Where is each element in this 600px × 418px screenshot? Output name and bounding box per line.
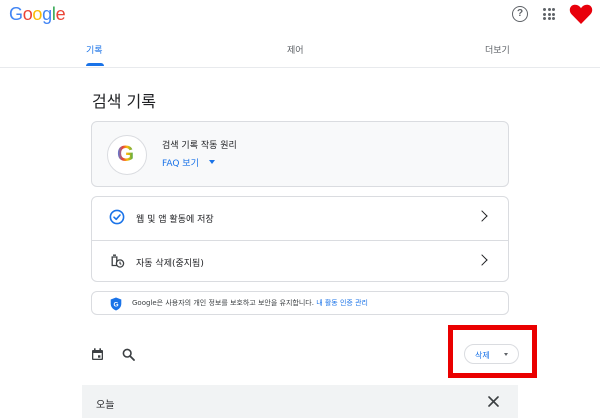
settings-card: 웹 및 앱 활동에 저장 자동 삭제(중지됨) (91, 196, 509, 282)
chevron-down-icon[interactable] (209, 160, 215, 164)
google-logo[interactable]: Google (9, 4, 66, 25)
close-icon[interactable] (488, 396, 499, 407)
top-bar: Google ? (0, 0, 600, 30)
google-g-icon: G (117, 141, 135, 166)
info-card: G 검색 기록 작동 원리 FAQ 보기 (91, 121, 509, 187)
chevron-right-icon (476, 254, 488, 266)
settings-row-auto-delete[interactable]: 자동 삭제(중지됨) (92, 240, 508, 282)
logo-letter: g (42, 4, 52, 24)
svg-text:G: G (113, 301, 118, 308)
heart-avatar-icon[interactable] (569, 2, 593, 26)
settings-row-web-app-activity[interactable]: 웹 및 앱 활동에 저장 (92, 197, 508, 239)
tab-controls[interactable]: 제어 (287, 43, 304, 56)
apps-icon[interactable] (543, 8, 555, 20)
tab-bar: 기록 제어 더보기 (0, 30, 600, 68)
tab-history[interactable]: 기록 (86, 43, 103, 56)
check-circle-icon (109, 209, 125, 225)
history-group-header: 오늘 (82, 385, 518, 418)
faq-link[interactable]: FAQ 보기 (162, 156, 199, 169)
settings-row-label: 자동 삭제(중지됨) (136, 259, 204, 269)
page-title: 검색 기록 (92, 92, 156, 111)
logo-letter: G (9, 4, 23, 24)
privacy-message: Google은 사용자의 개인 정보를 보호하고 보안을 유지합니다. (132, 299, 314, 307)
tab-more[interactable]: 더보기 (485, 43, 510, 56)
calendar-icon[interactable] (91, 348, 104, 361)
active-tab-indicator (86, 63, 104, 66)
logo-letter: o (32, 4, 43, 24)
shield-icon: G (110, 297, 122, 311)
info-card-title: 검색 기록 작동 원리 (162, 141, 237, 151)
verification-link[interactable]: 내 활동 인증 관리 (316, 299, 368, 307)
settings-row-label: 웹 및 앱 활동에 저장 (136, 215, 214, 225)
privacy-text: Google은 사용자의 개인 정보를 보호하고 보안을 유지합니다. 내 활동… (132, 298, 368, 308)
logo-letter: o (22, 4, 33, 24)
search-icon[interactable] (122, 348, 135, 361)
history-group-label: 오늘 (96, 400, 115, 411)
highlight-annotation (448, 325, 537, 378)
privacy-notice: G Google은 사용자의 개인 정보를 보호하고 보안을 유지합니다. 내 … (91, 291, 509, 315)
chevron-right-icon (476, 210, 488, 222)
logo-letter: e (55, 4, 66, 24)
auto-delete-icon (111, 254, 125, 268)
help-icon[interactable]: ? (512, 6, 528, 22)
